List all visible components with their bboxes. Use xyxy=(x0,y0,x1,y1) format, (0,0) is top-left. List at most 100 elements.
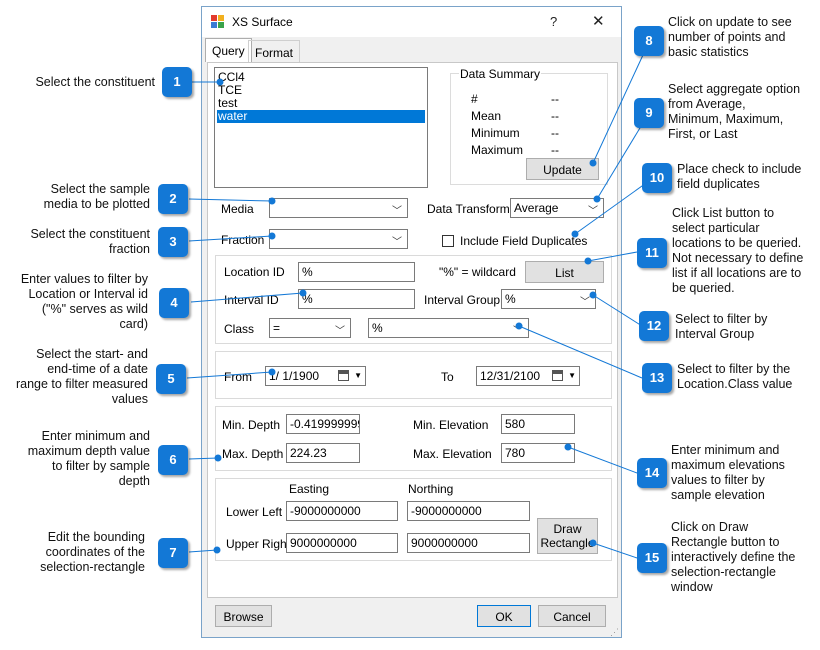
upper-right-northing-input[interactable]: 9000000000 xyxy=(407,533,530,553)
class-label: Class xyxy=(224,322,255,336)
callout-text-12: Select to filter by Interval Group xyxy=(675,312,768,341)
callout-text-1: Select the constituent xyxy=(35,75,155,89)
callout-badge-8: 8 xyxy=(634,26,664,56)
browse-button[interactable]: Browse xyxy=(215,605,272,627)
callout-text-10: Place check to include field duplicates xyxy=(677,162,802,191)
include-duplicates-checkbox[interactable] xyxy=(442,235,454,247)
callout-badge-1: 1 xyxy=(162,67,192,97)
draw-rectangle-label-2: Rectangle xyxy=(540,536,595,551)
callout-badge-10: 10 xyxy=(642,163,672,193)
callout-text-7: Edit the bounding coordinates of the selec… xyxy=(40,530,145,574)
min-elevation-input[interactable]: 580 xyxy=(501,414,575,434)
summary-label: Mean xyxy=(471,109,502,123)
class-operator-select[interactable]: = ﹀ xyxy=(269,318,351,338)
min-depth-input[interactable]: -0.419999999 xyxy=(286,414,360,434)
interval-id-input[interactable]: % xyxy=(298,289,415,309)
to-date-picker[interactable]: 12/31/2100 ▼ xyxy=(476,366,580,386)
callout-text-3: Select the constituent fraction xyxy=(30,227,150,256)
summary-value: -- xyxy=(551,92,559,106)
include-duplicates-label: Include Field Duplicates xyxy=(460,234,588,248)
callout-text-6: Enter minimum and maximum depth value to f… xyxy=(27,429,150,488)
location-id-label: Location ID xyxy=(224,265,285,279)
xs-surface-dialog: XS Surface ? ✕ Query Format CCl4 TCE tes… xyxy=(201,6,622,638)
wildcard-note: "%" = wildcard xyxy=(439,265,516,279)
min-elevation-label: Min. Elevation xyxy=(413,418,489,432)
chevron-down-icon: ﹀ xyxy=(580,297,590,308)
callout-badge-12: 12 xyxy=(639,311,669,341)
data-transform-label: Data Transform xyxy=(427,202,510,216)
interval-group-label: Interval Group xyxy=(424,293,501,307)
list-item[interactable]: test xyxy=(217,97,425,110)
list-item[interactable]: TCE xyxy=(217,84,425,97)
upper-right-easting-input[interactable]: 9000000000 xyxy=(286,533,398,553)
resize-grip-icon[interactable]: ⋰ xyxy=(610,627,619,638)
data-summary-title: Data Summary xyxy=(459,67,542,81)
summary-value: -- xyxy=(551,109,559,123)
interval-group-select[interactable]: % ﹀ xyxy=(501,289,596,309)
summary-value: -- xyxy=(551,143,559,157)
calendar-icon xyxy=(338,370,349,381)
tab-query[interactable]: Query xyxy=(205,38,252,62)
tab-format[interactable]: Format xyxy=(248,40,301,62)
from-label: From xyxy=(224,370,252,384)
callout-badge-6: 6 xyxy=(158,445,188,475)
summary-label: Maximum xyxy=(471,143,524,157)
update-button[interactable]: Update xyxy=(526,158,599,180)
ok-button[interactable]: OK xyxy=(477,605,531,627)
chevron-down-icon: ﹀ xyxy=(392,206,402,217)
constituent-list[interactable]: CCl4 TCE test water xyxy=(214,67,428,188)
callout-text-15: Click on Draw Rectangle button to interact… xyxy=(671,520,796,594)
location-id-input[interactable]: % xyxy=(298,262,415,282)
callout-badge-4: 4 xyxy=(159,288,189,318)
media-label: Media xyxy=(221,202,254,216)
callout-badge-7: 7 xyxy=(158,538,188,568)
callout-badge-2: 2 xyxy=(158,184,188,214)
easting-label: Easting xyxy=(289,482,330,496)
callout-badge-5: 5 xyxy=(156,364,186,394)
fraction-select[interactable]: ﹀ xyxy=(269,229,408,249)
lower-left-easting-input[interactable]: -9000000000 xyxy=(286,501,398,521)
interval-id-label: Interval ID xyxy=(224,293,279,307)
callout-text-4: Enter values to filter by Location or Int… xyxy=(20,272,148,331)
callout-text-14: Enter minimum and maximum elevations value… xyxy=(671,443,785,502)
draw-rectangle-button[interactable]: Draw Rectangle xyxy=(537,518,598,554)
draw-rectangle-label-1: Draw xyxy=(553,522,582,536)
from-date-picker[interactable]: 1/ 1/1900 ▼ xyxy=(265,366,366,386)
data-transform-select[interactable]: Average ﹀ xyxy=(510,198,604,218)
help-button[interactable]: ? xyxy=(550,14,557,29)
callout-badge-3: 3 xyxy=(158,227,188,257)
northing-label: Northing xyxy=(408,482,454,496)
calendar-icon xyxy=(552,370,563,381)
max-depth-input[interactable]: 224.23 xyxy=(286,443,360,463)
callout-text-2: Select the sample media to be plotted xyxy=(43,182,150,211)
close-button[interactable]: ✕ xyxy=(592,12,605,30)
callout-text-11: Click List button to select particular loc… xyxy=(672,206,804,295)
chevron-down-icon: ﹀ xyxy=(588,206,598,217)
summary-label: Minimum xyxy=(471,126,520,140)
list-button[interactable]: List xyxy=(525,261,604,283)
title-bar[interactable]: XS Surface ? ✕ xyxy=(202,7,621,37)
callout-badge-14: 14 xyxy=(637,458,667,488)
media-select[interactable]: ﹀ xyxy=(269,198,408,218)
fraction-label: Fraction xyxy=(221,233,265,247)
callout-text-9: Select aggregate option from Average, Mini… xyxy=(668,82,801,141)
callout-badge-15: 15 xyxy=(637,543,667,573)
chevron-down-icon: ﹀ xyxy=(392,237,402,248)
query-panel: CCl4 TCE test water Data Summary # -- Me… xyxy=(207,62,618,598)
callout-badge-9: 9 xyxy=(634,98,664,128)
callout-text-13: Select to filter by the Location.Class va… xyxy=(677,362,793,391)
cancel-button[interactable]: Cancel xyxy=(538,605,606,627)
lower-left-northing-input[interactable]: -9000000000 xyxy=(407,501,530,521)
dropdown-arrow-icon: ▼ xyxy=(354,371,362,380)
callout-badge-13: 13 xyxy=(642,363,672,393)
chevron-down-icon: ﹀ xyxy=(513,326,523,337)
app-icon xyxy=(211,15,224,28)
min-depth-label: Min. Depth xyxy=(222,418,281,432)
max-elevation-input[interactable]: 780 xyxy=(501,443,575,463)
window-title: XS Surface xyxy=(232,15,293,29)
class-value-select[interactable]: % ﹀ xyxy=(368,318,529,338)
callout-text-5: Select the start- and end-time of a date r… xyxy=(15,347,148,406)
list-item-selected[interactable]: water xyxy=(217,110,425,123)
max-depth-label: Max. Depth xyxy=(222,447,284,461)
list-item[interactable]: CCl4 xyxy=(217,71,425,84)
